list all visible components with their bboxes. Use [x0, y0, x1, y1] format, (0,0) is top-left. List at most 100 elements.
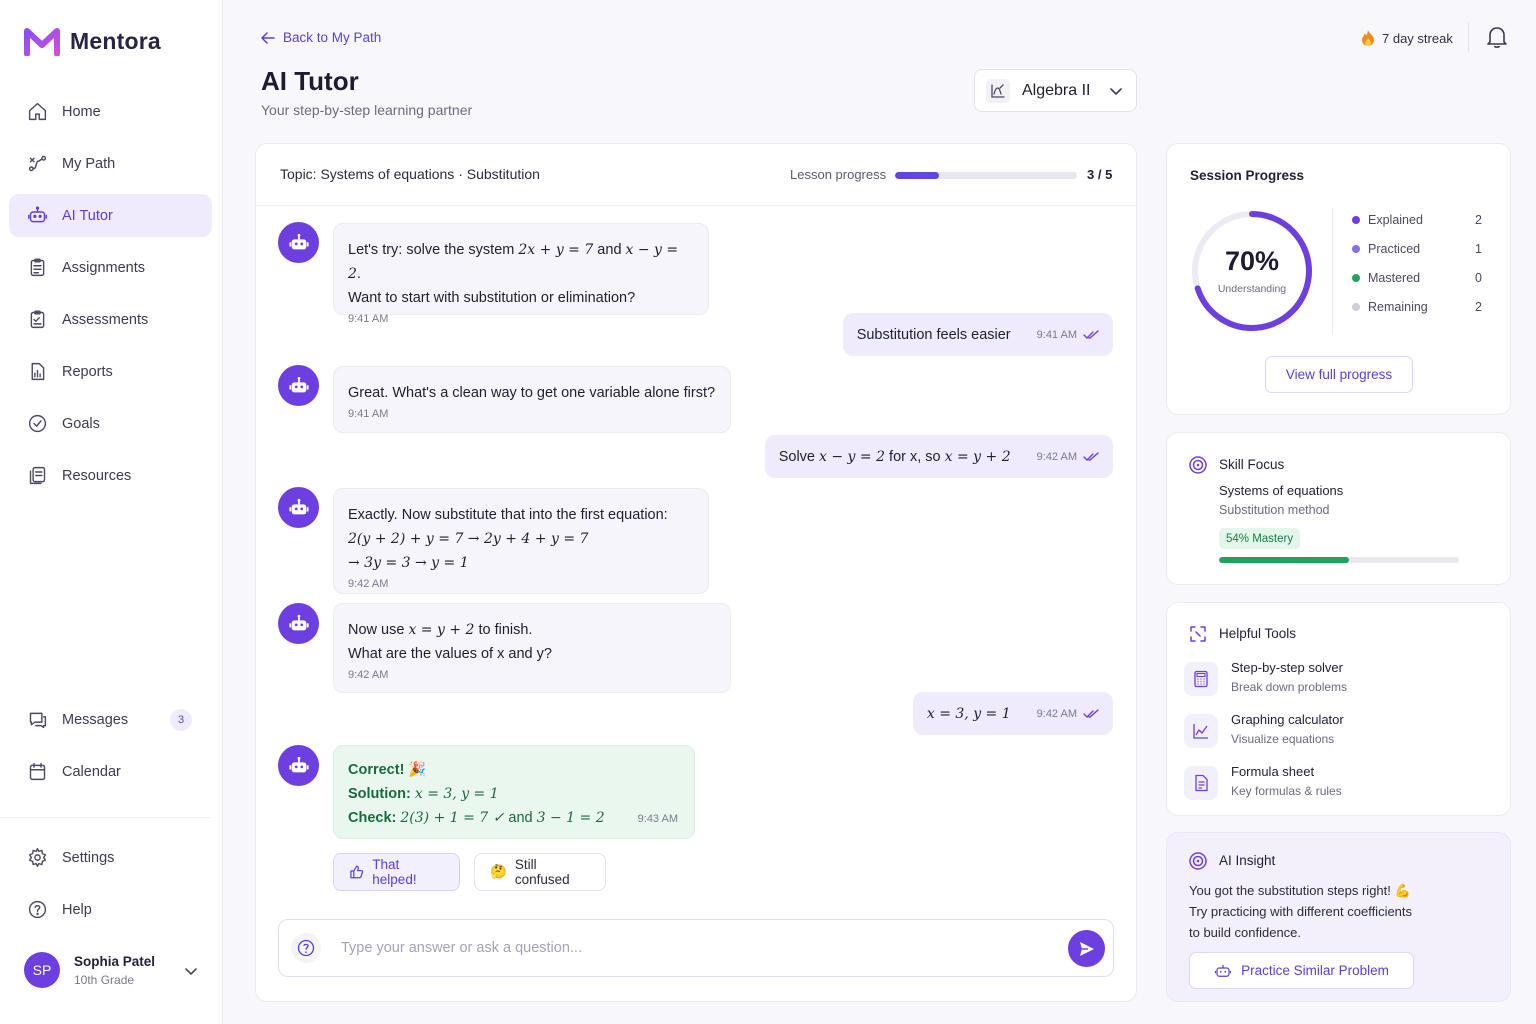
tool-description: Key formulas & rules [1231, 784, 1342, 798]
sidebar-divider [0, 817, 210, 818]
sidebar-item-messages[interactable]: Messages 3 [9, 698, 212, 741]
sidebar-item-calendar[interactable]: Calendar [9, 750, 212, 793]
legend-dot [1352, 216, 1360, 224]
check-line: Check: 2(3) + 1 = 7 ✓ and 3 − 1 = 2 [348, 810, 605, 826]
session-progress-title: Session Progress [1190, 168, 1305, 183]
formula-icon [986, 78, 1010, 103]
correct-label: Correct! 🎉 [348, 762, 427, 778]
skill-focus-title: Skill Focus [1219, 457, 1285, 472]
tool-formula-sheet[interactable]: Formula sheet Key formulas & rules [1184, 762, 1484, 806]
sidebar-item-goals[interactable]: Goals [9, 402, 212, 445]
user-profile[interactable]: SP Sophia Patel 10th Grade [24, 952, 204, 988]
ai-insight-text: You got the substitution steps right! 💪 … [1189, 880, 1489, 943]
document-icon [1184, 766, 1218, 800]
sidebar-item-label: Home [62, 103, 101, 120]
tutor-message: Exactly. Now substitute that into the fi… [333, 488, 709, 594]
equation: x − y = 2 [819, 448, 886, 465]
still-confused-button[interactable]: 🤔 Still confused [474, 853, 606, 891]
robot-icon [288, 756, 309, 772]
sidebar-item-ai-tutor[interactable]: AI Tutor [9, 194, 212, 237]
page-subtitle: Your step-by-step learning partner [261, 102, 473, 118]
main-nav: Home My Path AI Tutor Assignments Assess… [9, 90, 212, 506]
answer-input[interactable] [341, 934, 1041, 962]
subject-select[interactable]: Algebra II [974, 69, 1137, 112]
graph-icon [1184, 714, 1218, 748]
brand[interactable]: Mentora [24, 26, 161, 56]
sidebar-item-label: Assignments [62, 259, 146, 276]
tools-icon [1190, 626, 1206, 642]
chevron-down-icon[interactable] [184, 964, 198, 978]
message-time: 9:41 AM [1036, 328, 1077, 341]
sidebar-item-label: Resources [62, 467, 132, 484]
chat-bubble-icon [26, 709, 48, 731]
chat-composer [278, 919, 1114, 977]
double-check-icon [1083, 708, 1099, 718]
subject-label: Algebra II [1022, 81, 1091, 99]
arrow-left-icon [261, 31, 275, 44]
sidebar-item-assessments[interactable]: Assessments [9, 298, 212, 341]
skill-focus-card: Skill Focus Systems of equations Substit… [1166, 432, 1511, 585]
skill-method: Substitution method [1219, 503, 1330, 517]
sidebar-item-label: Reports [62, 363, 113, 380]
gear-icon [26, 847, 48, 869]
message-text: Want to start with substitution or elimi… [348, 290, 636, 306]
unread-count-badge: 3 [170, 708, 192, 731]
checklist-icon [26, 309, 48, 331]
sidebar-item-help[interactable]: Help [9, 888, 212, 931]
tutor-avatar [278, 487, 319, 528]
sidebar-item-assignments[interactable]: Assignments [9, 246, 212, 289]
equation: x = y + 2 [944, 448, 1011, 465]
message-time: 9:41 AM [348, 408, 389, 420]
target-icon [1189, 456, 1207, 474]
message-text: What are the values of x and y? [348, 646, 552, 662]
tutor-avatar [278, 745, 319, 786]
robot-icon [288, 233, 309, 249]
lesson-progress-label: Lesson progress [790, 167, 887, 182]
view-full-progress-button[interactable]: View full progress [1265, 356, 1413, 393]
sidebar-item-reports[interactable]: Reports [9, 350, 212, 393]
that-helped-button[interactable]: That helped! [333, 853, 460, 891]
bell-icon[interactable] [1486, 25, 1508, 49]
sidebar: Mentora Home My Path AI Tutor Assignment… [0, 0, 223, 1024]
stat-remaining: Remaining 2 [1352, 300, 1482, 314]
solution-line: Solution: x = 3, y = 1 [348, 786, 499, 802]
message-text: Great. What's a clean way to get one var… [348, 385, 716, 401]
lesson-progress-fill [895, 172, 939, 179]
message-time: 9:42 AM [348, 669, 389, 681]
send-button[interactable] [1068, 930, 1105, 967]
help-button[interactable] [291, 933, 321, 963]
sidebar-item-my-path[interactable]: My Path [9, 142, 212, 185]
message-text: Let's try: solve the system 2x + y = 7 a… [348, 242, 679, 282]
tutor-avatar [278, 603, 319, 644]
understanding-percent: 70% [1224, 246, 1280, 276]
lesson-progress-bar [895, 172, 1077, 179]
sidebar-item-label: Assessments [62, 311, 149, 328]
back-link[interactable]: Back to My Path [261, 30, 381, 45]
sidebar-item-label: Messages [62, 711, 129, 728]
tool-graphing-calculator[interactable]: Graphing calculator Visualize equations [1184, 710, 1484, 754]
equation: → 3y = 3 → y = 1 [348, 555, 469, 571]
stat-mastered: Mastered 0 [1352, 271, 1482, 285]
stat-value: 1 [1475, 242, 1482, 256]
sidebar-item-settings[interactable]: Settings [9, 836, 212, 879]
insight-line: You got the substitution steps right! 💪 [1189, 883, 1411, 898]
sidebar-item-label: Help [62, 901, 92, 918]
message-time: 9:42 AM [348, 578, 389, 590]
understanding-label: Understanding [1217, 283, 1287, 295]
message-text: Now use x = y + 2 to finish. [348, 622, 533, 638]
target-icon [1189, 852, 1207, 870]
legend-dot [1352, 274, 1360, 282]
equation: x = 3, y = 1 [926, 705, 1011, 722]
path-icon [26, 153, 48, 175]
that-helped-label: That helped! [372, 857, 417, 887]
sidebar-item-resources[interactable]: Resources [9, 454, 212, 497]
sidebar-item-home[interactable]: Home [9, 90, 212, 133]
practice-similar-problem-button[interactable]: Practice Similar Problem [1189, 952, 1414, 989]
tutor-message: Let's try: solve the system 2x + y = 7 a… [333, 223, 709, 325]
robot-icon [288, 614, 309, 630]
mastery-progress-bar [1219, 557, 1459, 563]
message-time: 9:42 AM [1036, 707, 1077, 720]
tool-step-by-step-solver[interactable]: Step-by-step solver Break down problems [1184, 658, 1484, 702]
subtopic-label: Substitution [466, 166, 540, 182]
report-icon [26, 361, 48, 383]
